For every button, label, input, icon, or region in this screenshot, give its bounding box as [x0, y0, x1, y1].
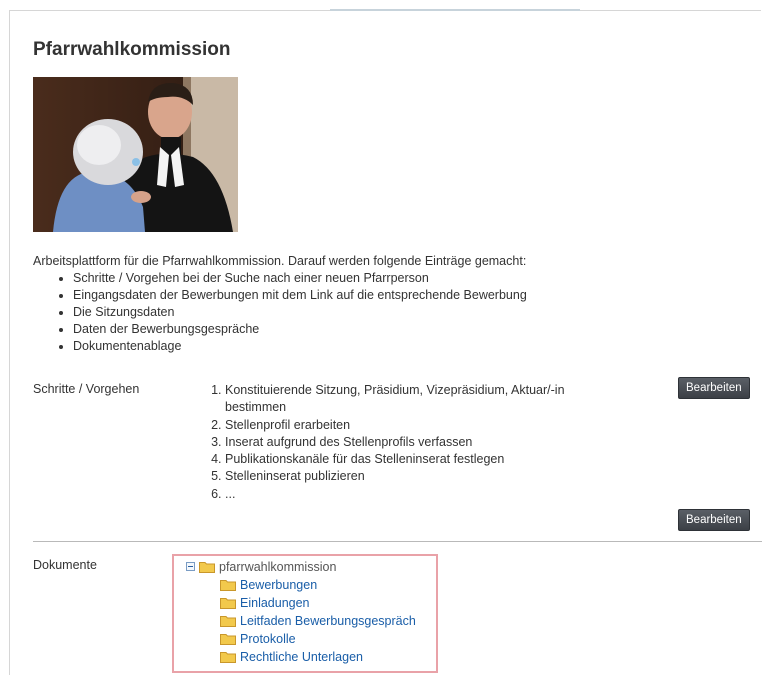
- folder-link[interactable]: Einladungen: [240, 596, 310, 610]
- folder-icon: [220, 579, 236, 591]
- bullet-item: Dokumentenablage: [73, 338, 633, 355]
- section-divider: [33, 541, 762, 542]
- tree-folder-einladungen[interactable]: Einladungen: [220, 594, 310, 611]
- intro-paragraph: Arbeitsplattform für die Pfarrwahlkommis…: [33, 254, 527, 268]
- top-accent-line: [330, 9, 580, 11]
- step-item: ...: [225, 486, 625, 503]
- folder-icon: [220, 597, 236, 609]
- step-item: Stelleninserat publizieren: [225, 468, 625, 485]
- step-item: Inserat aufgrund des Stellenprofils verf…: [225, 434, 625, 451]
- tree-root-label: pfarrwahlkommission: [219, 559, 337, 574]
- steps-list: Konstituierende Sitzung, Präsidium, Vize…: [207, 382, 625, 503]
- bullet-item: Schritte / Vorgehen bei der Suche nach e…: [73, 270, 633, 287]
- header-photo: [33, 77, 238, 232]
- photo-illustration: [33, 77, 238, 232]
- folder-icon: [220, 633, 236, 645]
- intro-bullet-list: Schritte / Vorgehen bei der Suche nach e…: [33, 270, 633, 355]
- step-item: Konstituierende Sitzung, Präsidium, Vize…: [225, 382, 625, 417]
- bullet-item: Daten der Bewerbungsgespräche: [73, 321, 633, 338]
- folder-link[interactable]: Bewerbungen: [240, 578, 317, 592]
- folder-icon: [220, 651, 236, 663]
- documents-section-label: Dokumente: [33, 558, 97, 572]
- tree-folder-leitfaden[interactable]: Leitfaden Bewerbungsgespräch: [220, 612, 416, 629]
- folder-icon: [220, 615, 236, 627]
- bullet-item: Eingangsdaten der Bewerbungen mit dem Li…: [73, 287, 633, 304]
- folder-link[interactable]: Rechtliche Unterlagen: [240, 650, 363, 664]
- intro-text-block: Arbeitsplattform für die Pfarrwahlkommis…: [33, 253, 633, 355]
- tree-folder-bewerbungen[interactable]: Bewerbungen: [220, 576, 317, 593]
- page-title: Pfarrwahlkommission: [33, 39, 231, 60]
- folder-link[interactable]: Protokolle: [240, 632, 296, 646]
- tree-folder-protokolle[interactable]: Protokolle: [220, 630, 296, 647]
- folder-link[interactable]: Leitfaden Bewerbungsgespräch: [240, 614, 416, 628]
- edit-steps-button[interactable]: Bearbeiten: [678, 377, 750, 399]
- tree-folder-rechtliche[interactable]: Rechtliche Unterlagen: [220, 648, 363, 665]
- minus-box-icon[interactable]: [186, 562, 195, 571]
- step-item: Stellenprofil erarbeiten: [225, 417, 625, 434]
- folder-icon: [199, 561, 215, 573]
- tree-root[interactable]: pfarrwahlkommission: [186, 558, 336, 575]
- steps-section-label: Schritte / Vorgehen: [33, 382, 140, 396]
- step-item: Publikationskanäle für das Stelleninsera…: [225, 451, 625, 468]
- edit-section-button[interactable]: Bearbeiten: [678, 509, 750, 531]
- bullet-item: Die Sitzungsdaten: [73, 304, 633, 321]
